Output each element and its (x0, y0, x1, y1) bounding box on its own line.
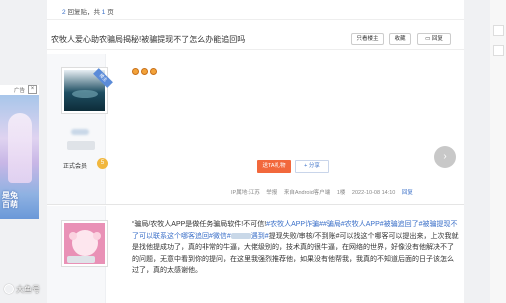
toolbar-button[interactable] (493, 45, 504, 56)
report-link[interactable]: 举报 (266, 190, 277, 196)
chevron-right-icon: › (443, 151, 447, 162)
post-content: “骗局/农牧人APP是做任务骗局软件!不可信!#农牧人APP诈骗##骗局#农牧人… (132, 221, 459, 274)
thread-page: 2 回复贴，共 1 页 农牧人爱心助农骗局揭秘!被骗提现不了怎么办能追回吗 只看… (47, 0, 464, 303)
reply-icon: ▭ (425, 36, 431, 42)
emoji-icon (132, 68, 139, 75)
thread-title: 农牧人爱心助农骗局揭秘!被骗提现不了怎么办能追回吗 (51, 35, 246, 44)
redacted-text (230, 232, 251, 239)
thread-header: 农牧人爱心助农骗局揭秘!被骗提现不了怎么办能追回吗 只看楼主 收藏 ▭ 回复 (47, 26, 464, 50)
only-op-button[interactable]: 只看楼主 (351, 33, 384, 45)
reply-button[interactable]: ▭ 回复 (417, 33, 451, 45)
watermark-logo-icon (4, 284, 14, 294)
post-floor-1: 楼主 正式会员 5 送TA礼物 + 分享 › IP属地:江苏 举报 来自Andr… (47, 54, 464, 205)
ad-image: 是兔 百萌 (0, 95, 39, 219)
share-button[interactable]: + 分享 (295, 160, 329, 173)
hashtag-link[interactable]: 遇到# (251, 233, 269, 240)
scroll-next-button[interactable]: › (434, 146, 456, 168)
send-gift-button[interactable]: 送TA礼物 (257, 160, 291, 173)
user-tag-blurred (67, 141, 95, 150)
emoji-icon (150, 68, 157, 75)
username-blurred[interactable] (71, 129, 89, 135)
avatar[interactable]: 楼主 (61, 67, 113, 114)
post-content (132, 68, 159, 77)
username-blurred[interactable] (67, 256, 95, 263)
favorite-button[interactable]: 收藏 (389, 33, 411, 45)
share-icon: + (304, 163, 308, 169)
ad-label: 广告 (14, 88, 26, 94)
level-badge: 5 (97, 158, 108, 169)
post-meta: IP属地:江苏 举报 来自Android客户端 1楼 2022-10-08 14… (231, 190, 413, 196)
close-icon[interactable]: × (28, 85, 37, 94)
watermark: 大鱼号 (4, 284, 40, 295)
member-level-label: 正式会员 (63, 164, 88, 170)
side-advertisement[interactable]: 是兔 百萌 广告 × (0, 85, 39, 219)
post-floor-2: “骗局/农牧人APP是做任务骗局软件!不可信!#农牧人APP诈骗##骗局#农牧人… (47, 206, 464, 303)
ad-text: 是兔 百萌 (2, 191, 18, 209)
right-toolbar (490, 0, 506, 303)
reply-count-bar: 2 回复贴，共 1 页 (47, 0, 464, 20)
emoji-icon (141, 68, 148, 75)
post-reply-link[interactable]: 回复 (402, 190, 413, 196)
reply-count: 2 回复贴，共 1 页 (62, 9, 114, 16)
toolbar-button[interactable] (493, 25, 504, 36)
